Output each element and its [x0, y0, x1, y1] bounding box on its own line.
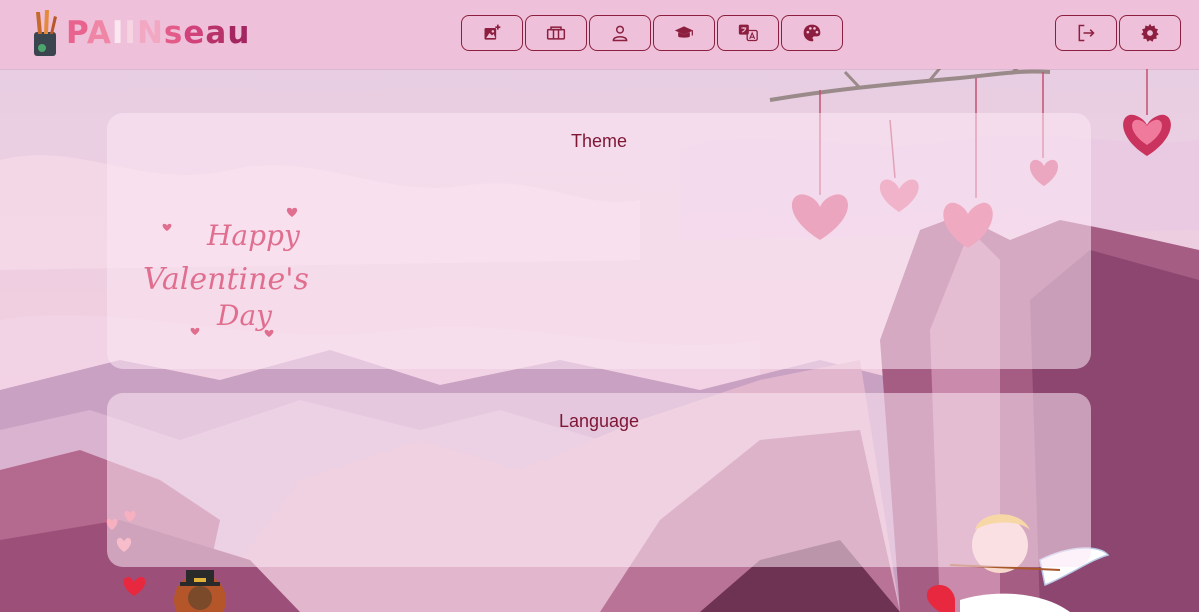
happy-valentines-day-art: Happy Valentine's Day [143, 207, 309, 337]
language-section-title: Language [558, 411, 640, 431]
top-navigation-bar: PAIINseau [0, 0, 1199, 69]
gallery-button[interactable] [525, 15, 587, 51]
logo-letter: s [163, 14, 184, 51]
learn-button[interactable] [653, 15, 715, 51]
theme-section-title: Theme [570, 131, 628, 151]
translate-button[interactable] [717, 15, 779, 51]
settings-icon [1141, 23, 1159, 42]
logout-icon [1078, 24, 1095, 42]
gallery-icon [546, 26, 566, 40]
svg-text:Valentine's: Valentine's [143, 262, 309, 297]
palette-icon [803, 24, 821, 42]
logo-letter: I [111, 14, 125, 51]
logo-letter: I [124, 14, 137, 51]
svg-text:Happy: Happy [206, 219, 301, 252]
logo-letter: e [183, 14, 206, 51]
logo-letter: u [227, 14, 251, 51]
svg-text:Day: Day [216, 299, 273, 332]
profile-button[interactable] [589, 15, 651, 51]
add-image-icon [484, 24, 501, 40]
translate-icon [738, 24, 758, 42]
app-logo-text: PAIINseau [66, 14, 251, 51]
logo-letter: P [66, 14, 87, 51]
user-icon [612, 25, 628, 42]
language-section: Language [107, 393, 1091, 567]
graduation-cap-icon [674, 26, 694, 38]
brush-pot-icon [34, 10, 57, 56]
settings-button[interactable] [1119, 15, 1181, 51]
logout-button[interactable] [1055, 15, 1117, 51]
logo-letter: A [86, 14, 112, 51]
logo-letter: N [136, 14, 164, 51]
logo-letter: a [205, 14, 228, 51]
theme-palette-button[interactable] [781, 15, 843, 51]
add-image-button[interactable] [461, 15, 523, 51]
app-logo[interactable]: PAIINseau [30, 8, 250, 58]
theme-option-valentine[interactable]: Happy Valentine's Day [137, 203, 347, 343]
theme-section: Theme Happy Valentine's Day [107, 113, 1091, 369]
